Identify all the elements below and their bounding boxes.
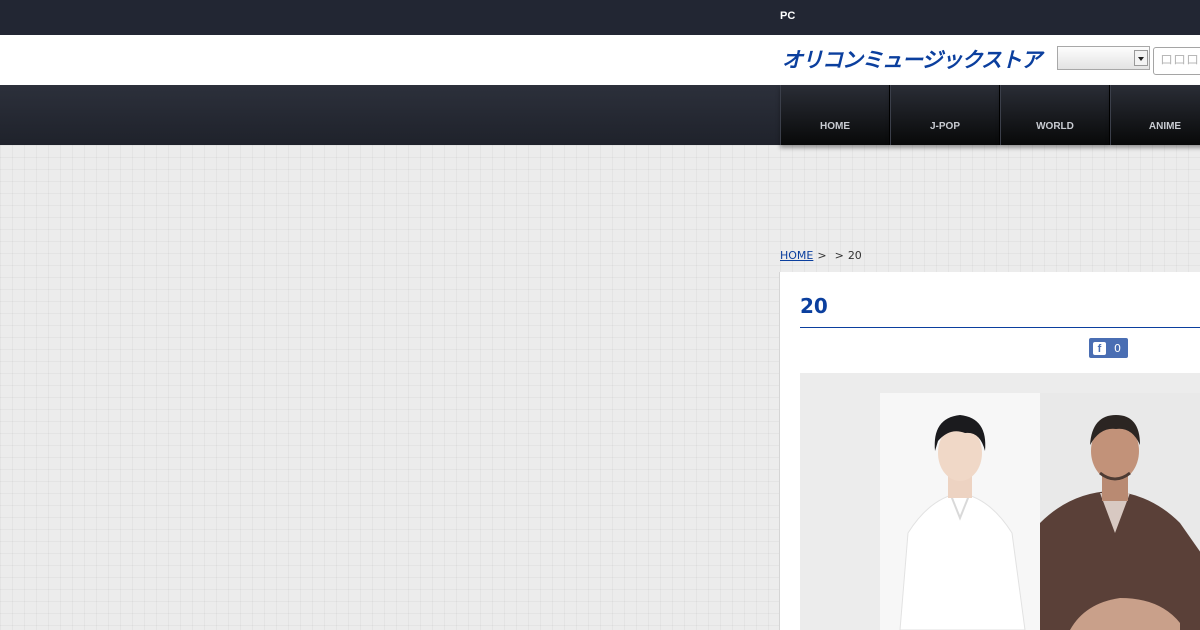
older-man-portrait-image xyxy=(1040,393,1200,630)
nav-item-anime[interactable]: ANIME xyxy=(1110,85,1200,145)
article-title: 20 xyxy=(800,294,828,318)
main-nav: HOME J-POP WORLD ANIME xyxy=(0,85,1200,145)
breadcrumb: HOME > >20 xyxy=(780,249,862,262)
logo-text: オリコンミュージックストア xyxy=(782,48,1042,72)
article-photo-area xyxy=(800,373,1200,630)
breadcrumb-separator: > xyxy=(817,249,827,262)
nav-item-jpop[interactable]: J-POP xyxy=(890,85,1000,145)
facebook-share-button[interactable]: f 0 xyxy=(1089,338,1128,358)
breadcrumb-separator: > xyxy=(834,249,844,262)
breadcrumb-home-link[interactable]: HOME xyxy=(780,249,813,262)
category-select[interactable] xyxy=(1057,46,1150,70)
nav-item-home[interactable]: HOME xyxy=(780,85,890,145)
search-input[interactable]: ロロロロロ xyxy=(1153,47,1200,75)
young-man-portrait-image xyxy=(880,393,1040,630)
person-photo-left xyxy=(880,393,1040,630)
chevron-down-icon[interactable] xyxy=(1134,50,1148,66)
pc-label[interactable]: PC xyxy=(780,10,795,22)
breadcrumb-current: 20 xyxy=(847,249,862,262)
facebook-share-count: 0 xyxy=(1114,341,1121,355)
person-photo-right xyxy=(1040,393,1200,630)
facebook-icon: f xyxy=(1093,341,1106,355)
article-panel: 20 f 0 xyxy=(779,272,1200,630)
title-divider xyxy=(800,327,1200,328)
top-bar: PC xyxy=(0,0,1200,35)
nav-item-world[interactable]: WORLD xyxy=(1000,85,1110,145)
site-logo[interactable]: オリコンミュージックストア xyxy=(780,48,1042,72)
header-bar: オリコンミュージックストア ロロロロロ xyxy=(0,35,1200,85)
